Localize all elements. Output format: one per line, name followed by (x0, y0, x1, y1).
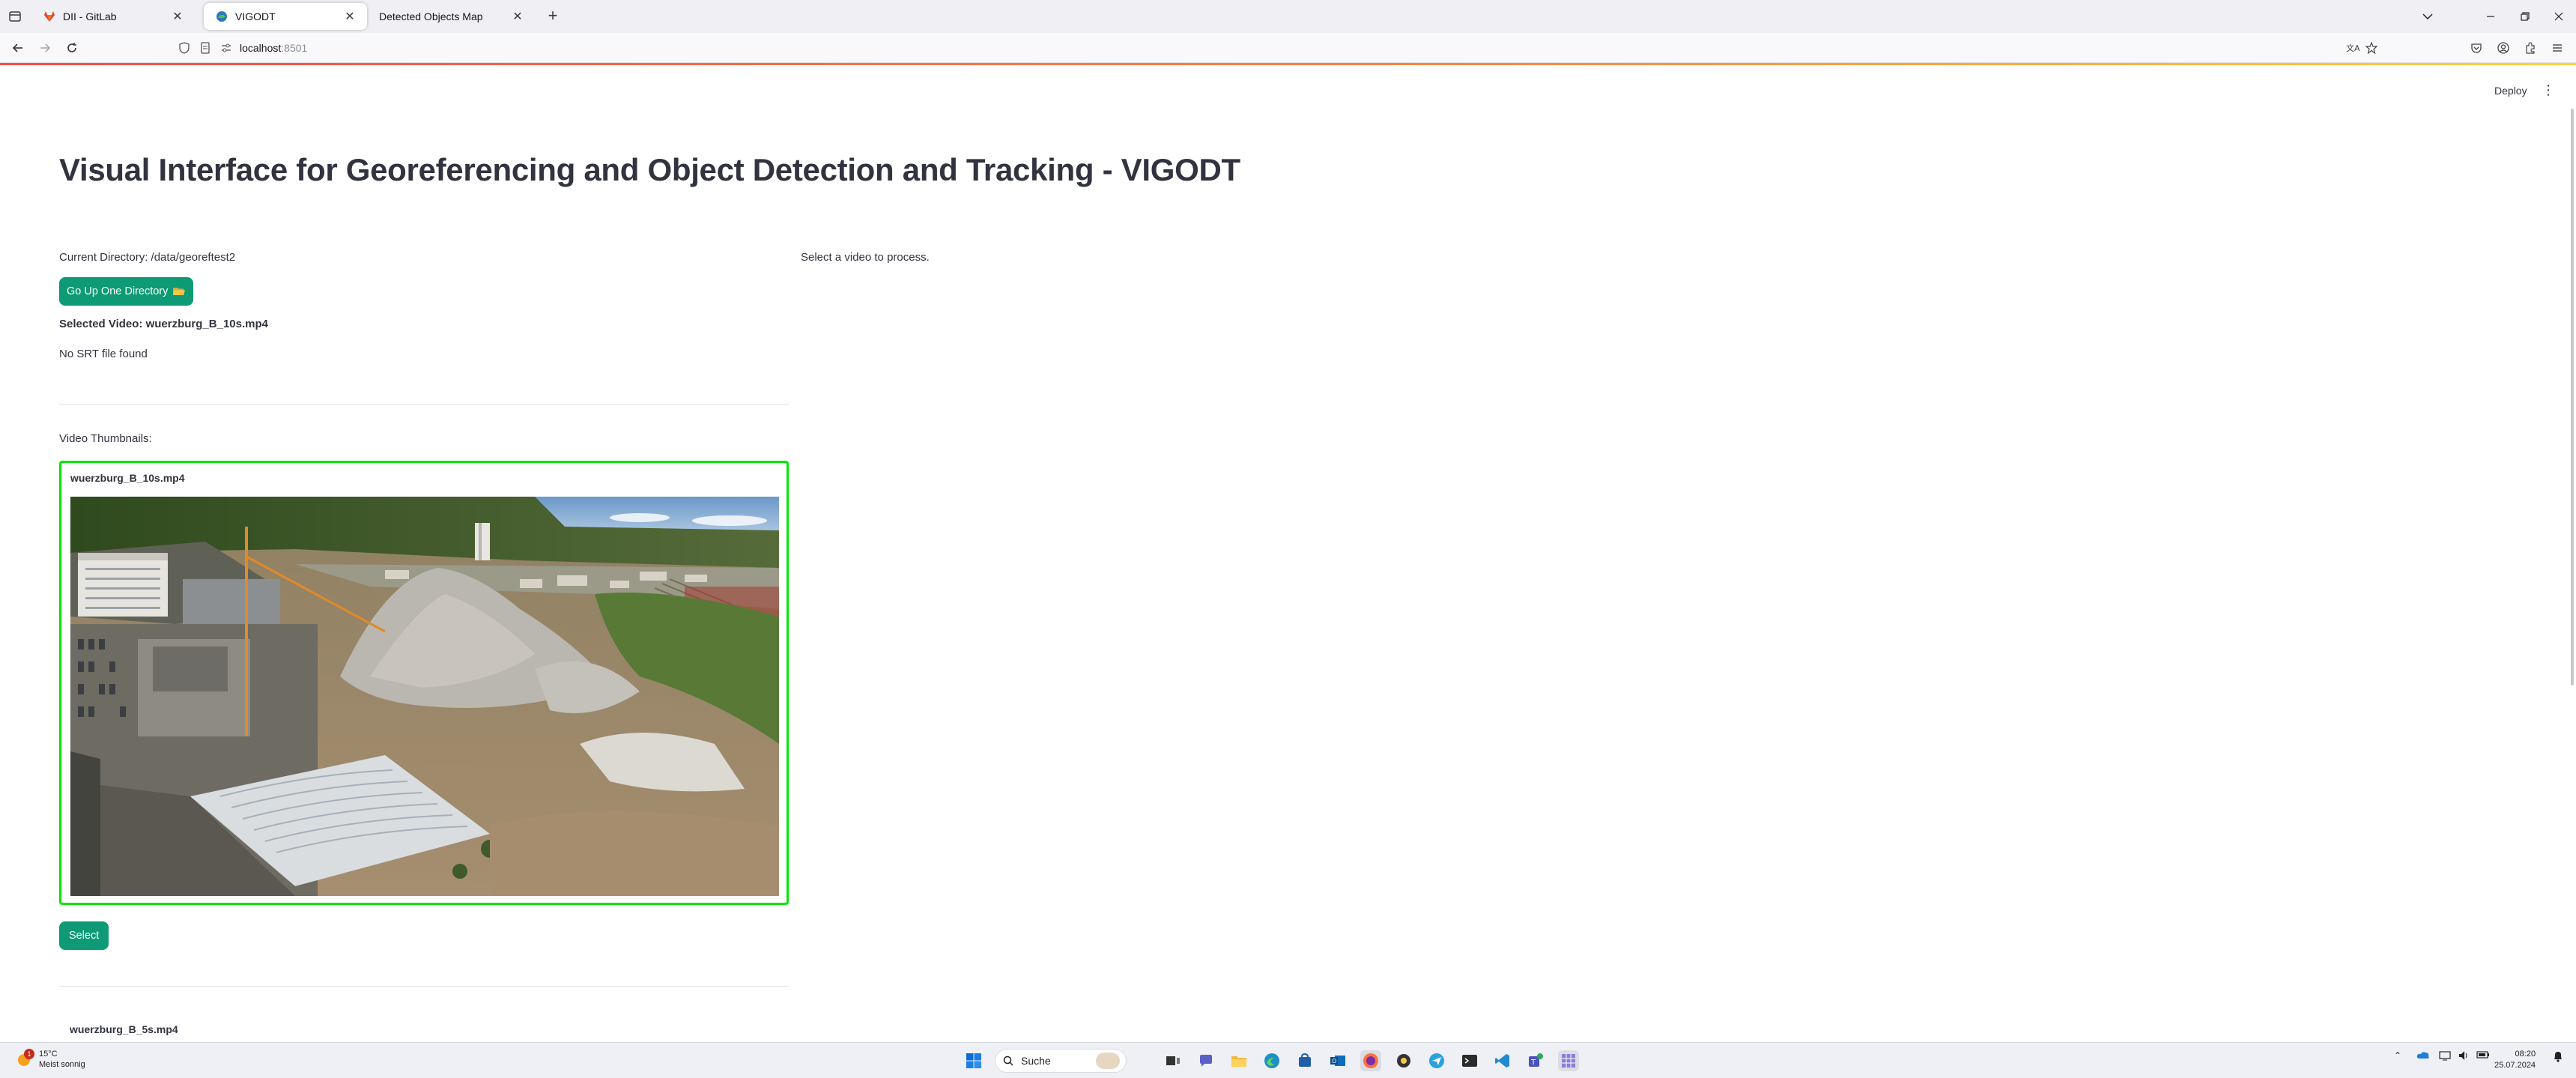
minimize-icon[interactable] (2473, 4, 2508, 28)
weather-description: Meist sonnig (39, 1060, 85, 1069)
list-all-tabs-icon[interactable] (2410, 4, 2445, 28)
tab-close-icon[interactable]: ✕ (171, 10, 184, 23)
weather-sun-icon: 1 (15, 1049, 34, 1068)
current-directory-label: Current Directory: /data/georeftest2 (59, 251, 236, 264)
firefox-icon[interactable] (1360, 1050, 1381, 1071)
weather-temperature: 15°C (39, 1050, 58, 1059)
tab-vigodt[interactable]: VIGODT ✕ (204, 3, 367, 30)
divider (59, 986, 789, 987)
select-video-button[interactable]: Select (59, 921, 109, 950)
streamlit-icon (216, 11, 227, 22)
messenger-icon[interactable] (1426, 1050, 1447, 1071)
hamburger-menu-icon[interactable] (2548, 39, 2566, 57)
divider (59, 404, 789, 405)
page-info-icon[interactable] (199, 42, 211, 54)
store-icon[interactable] (1294, 1050, 1315, 1071)
go-up-directory-button[interactable]: Go Up One Directory (59, 277, 194, 306)
url-text: localhost:8501 (240, 42, 307, 54)
address-bar[interactable]: localhost:8501 文A (171, 37, 2379, 58)
tab-title: Detected Objects Map (379, 10, 483, 22)
pocket-icon[interactable] (2467, 39, 2485, 57)
tab-close-icon[interactable]: ✕ (511, 10, 524, 23)
selected-video-label: Selected Video: wuerzburg_B_10s.mp4 (59, 318, 268, 330)
terminal-icon[interactable] (1459, 1050, 1480, 1071)
video-filename: wuerzburg_B_10s.mp4 (70, 472, 185, 484)
tab-title: VIGODT (235, 10, 276, 22)
back-icon[interactable] (9, 39, 27, 57)
restore-icon[interactable] (2508, 4, 2542, 28)
teams-icon[interactable]: T (1525, 1050, 1546, 1071)
grid-app-icon[interactable] (1558, 1050, 1579, 1071)
selected-video-card: wuerzburg_B_10s.mp4 (59, 461, 789, 905)
url-port: :8501 (281, 42, 308, 54)
tab-title: DII - GitLab (63, 10, 117, 22)
clock-date: 25.07.2024 (2494, 1061, 2536, 1070)
svg-text:T: T (1530, 1059, 1536, 1067)
search-icon (1003, 1056, 1013, 1066)
extensions-icon[interactable] (2521, 39, 2539, 57)
file-explorer-icon[interactable] (1228, 1050, 1249, 1071)
gitlab-icon (44, 11, 55, 22)
main-menu-icon[interactable]: ⋮ (2541, 82, 2556, 98)
task-view-icon[interactable] (1163, 1050, 1184, 1071)
battery-icon[interactable] (2476, 1050, 2490, 1062)
taskbar-search[interactable]: Suche (995, 1049, 1127, 1073)
browser-nav-bar: localhost:8501 文A (0, 33, 2576, 63)
video-thumbnail[interactable] (70, 497, 779, 896)
video-filename: wuerzburg_B_5s.mp4 (70, 1023, 178, 1035)
thumbnails-heading: Video Thumbnails: (59, 432, 152, 445)
aerial-city-thumbnail (70, 497, 779, 896)
vscode-icon[interactable] (1492, 1050, 1513, 1071)
browser-tab-bar: DII - GitLab ✕ VIGODT ✕ Detected Objects… (0, 0, 2576, 33)
permissions-icon[interactable] (220, 42, 232, 54)
url-host: localhost (240, 42, 282, 54)
app-icon[interactable] (1393, 1050, 1414, 1071)
svg-text:文A: 文A (2346, 43, 2360, 53)
search-label: Suche (1021, 1055, 1051, 1067)
new-tab-button[interactable]: + (544, 7, 562, 25)
svg-text:O: O (1332, 1058, 1336, 1065)
shield-icon[interactable] (178, 42, 190, 54)
forward-icon[interactable] (36, 39, 54, 57)
network-icon[interactable] (2439, 1050, 2451, 1063)
edge-icon[interactable] (1261, 1050, 1282, 1071)
tab-gitlab[interactable]: DII - GitLab ✕ (31, 3, 195, 30)
srt-status-label: No SRT file found (59, 348, 148, 360)
tab-list-icon[interactable] (7, 9, 22, 24)
outlook-icon[interactable]: O (1327, 1050, 1348, 1071)
os-taskbar: 1 15°C Meist sonnig Suche O T ⌃ 08:20 25… (0, 1042, 2576, 1078)
go-up-directory-label: Go Up One Directory (67, 285, 169, 297)
system-clock[interactable]: 08:20 25.07.2024 (2494, 1049, 2536, 1071)
windows-start-icon[interactable] (963, 1050, 984, 1071)
translate-icon[interactable]: 文A (2346, 42, 2360, 54)
open-folder-icon (173, 288, 186, 295)
tab-detected-objects-map[interactable]: Detected Objects Map ✕ (367, 3, 535, 30)
volume-icon[interactable] (2458, 1050, 2470, 1063)
chat-icon[interactable] (1195, 1050, 1216, 1071)
close-window-icon[interactable] (2542, 4, 2576, 28)
account-icon[interactable] (2494, 39, 2512, 57)
reload-icon[interactable] (63, 39, 81, 57)
weather-widget[interactable]: 1 15°C Meist sonnig (15, 1049, 85, 1070)
deploy-button[interactable]: Deploy (2488, 82, 2533, 100)
process-hint-label: Select a video to process. (801, 251, 930, 264)
left-column: Current Directory: /data/georeftest2 Go … (59, 249, 789, 363)
clock-time: 08:20 (2515, 1050, 2536, 1059)
tab-close-icon[interactable]: ✕ (343, 10, 357, 23)
right-column: Select a video to process. (801, 249, 930, 266)
page-title: Visual Interface for Georeferencing and … (59, 152, 1240, 187)
page-scrollbar[interactable] (2571, 109, 2574, 685)
bookmark-star-icon[interactable] (2366, 42, 2378, 54)
onedrive-icon[interactable] (2416, 1050, 2430, 1062)
notifications-bell-icon[interactable] (2553, 1050, 2563, 1065)
show-hidden-icons[interactable]: ⌃ (2394, 1050, 2401, 1061)
search-highlight-icon (1096, 1053, 1120, 1069)
streamlit-app: Deploy ⋮ Visual Interface for Georeferen… (0, 65, 2576, 1042)
notification-badge: 1 (24, 1049, 34, 1059)
